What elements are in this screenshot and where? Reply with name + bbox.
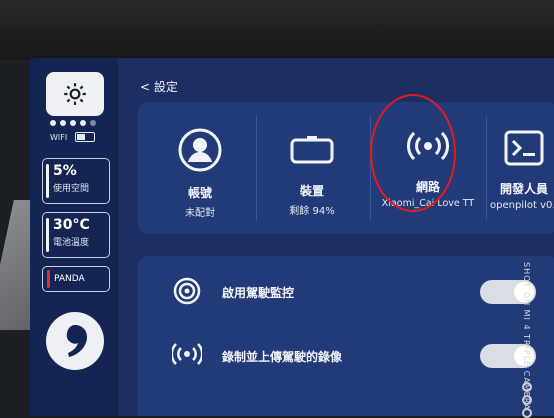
card-developer-sub: openpilot v0.6 [490,200,554,211]
card-account-title: 帳號 [187,186,212,200]
temperature-label: 電池溫度 [53,238,90,248]
temperature-value: 30°C [53,217,90,233]
card-developer-title: 開發人員 [499,182,548,196]
settings-list: 啟用駕駛監控 錄制並上傳駕駛的錄像 [138,256,554,416]
driver-monitor-icon [173,277,201,305]
camera-watermark: SHOT ON MI 4 TRIPLE CAMERA [514,262,554,418]
card-account[interactable]: 帳號 未配對 [154,102,246,234]
status-row: WIFI [50,132,96,142]
comma-logo[interactable] [46,312,104,370]
phone-icon [290,136,334,164]
panda-label: PANDA [54,274,85,284]
card-divider [486,116,487,220]
card-device-sub: 剩餘 94% [289,206,335,217]
setting-label: 錄制並上傳駕駛的錄像 [222,350,343,364]
device-screen: WIFI 5% 使用空間 30°C 電池溫度 PANDA < 設定 帳號 未配對… [30,58,554,416]
card-device[interactable]: 裝置 剩餘 94% [262,102,362,234]
signal-dots [50,120,96,126]
comma-icon [66,325,87,357]
battery-icon [75,132,96,142]
record-upload-icon [172,343,202,365]
storage-label: 使用空間 [53,184,90,194]
storage-value: 5% [53,163,77,179]
storage-status: 5% 使用空間 [42,158,110,204]
photo-background [0,0,554,60]
wifi-label: WIFI [50,132,68,142]
card-divider [256,116,257,220]
setting-label: 啟用駕駛監控 [222,286,295,300]
watermark-logo [522,382,532,418]
temperature-status: 30°C 電池溫度 [42,212,110,258]
card-developer[interactable]: 開發人員 openpilot v0.6 [490,102,554,234]
account-icon [178,128,222,172]
setting-row: 錄制並上傳駕駛的錄像 [138,334,554,374]
sidebar: WIFI 5% 使用空間 30°C 電池溫度 PANDA [30,58,118,416]
gear-icon [64,83,86,105]
settings-cards: 帳號 未配對 裝置 剩餘 94% 網路 Xiaomi_Cai Love TT 開… [138,102,554,234]
card-device-title: 裝置 [299,184,324,198]
back-button[interactable]: < 設定 [140,78,178,95]
card-account-sub: 未配對 [185,208,215,219]
highlight-circle [370,94,456,212]
panda-status: PANDA [42,266,110,292]
settings-button[interactable] [46,72,104,116]
setting-row: 啟用駕駛監控 [138,270,554,310]
terminal-icon [504,130,544,166]
